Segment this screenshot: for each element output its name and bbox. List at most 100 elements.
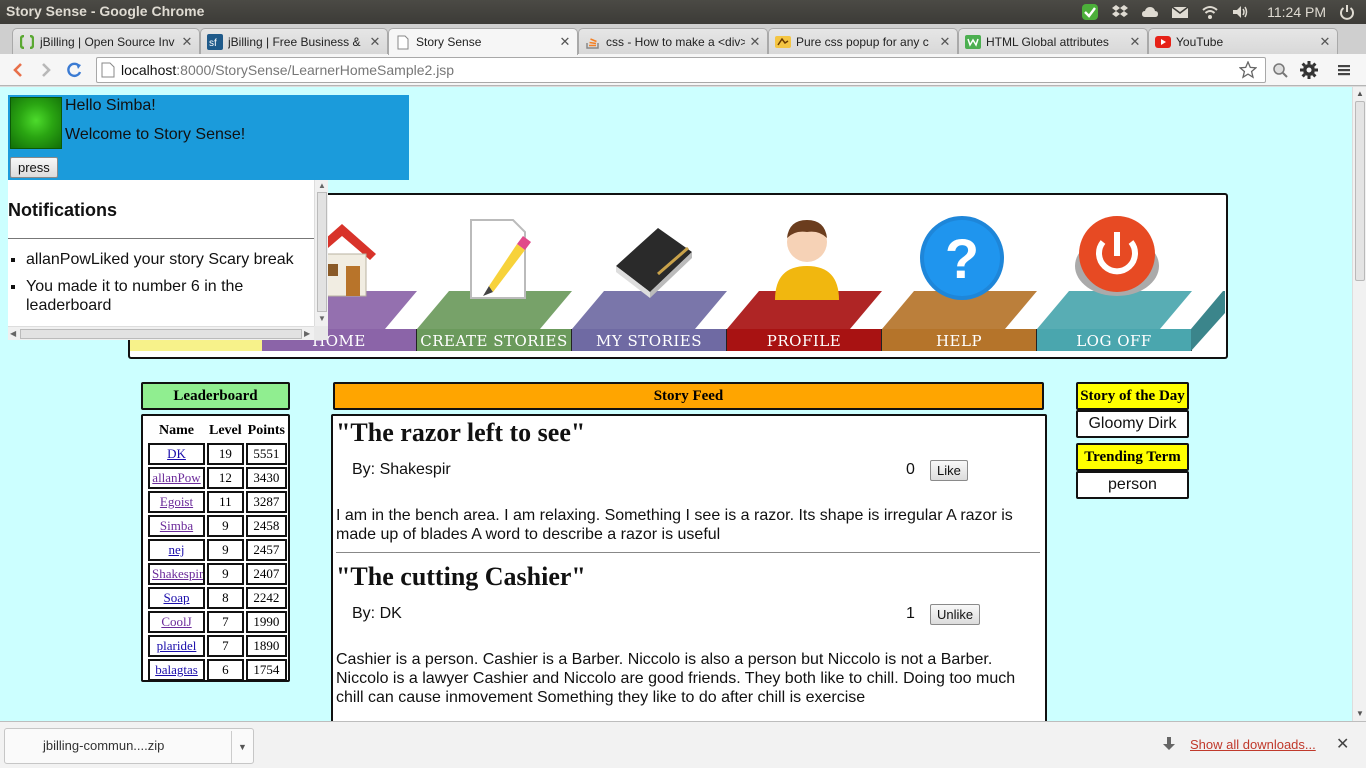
player-link[interactable]: Egoist bbox=[160, 494, 193, 509]
scroll-right-icon[interactable]: ▶ bbox=[304, 329, 310, 339]
table-row: nej 9 2457 bbox=[148, 539, 287, 561]
menu-button[interactable] bbox=[1332, 58, 1356, 82]
search-extension-button[interactable] bbox=[1268, 58, 1292, 82]
scroll-up-icon[interactable]: ▲ bbox=[1355, 89, 1365, 99]
nav-item-create-stories[interactable]: CREATE STORIES bbox=[417, 195, 572, 359]
address-bar[interactable]: localhost:8000/StorySense/LearnerHomeSam… bbox=[96, 57, 1266, 83]
avatar bbox=[10, 97, 62, 149]
tab-html-global-attributes[interactable]: HTML Global attributes ✕ bbox=[958, 28, 1148, 54]
close-icon[interactable]: ✕ bbox=[749, 35, 761, 48]
reload-button[interactable] bbox=[62, 58, 86, 82]
player-link[interactable]: Shakespir bbox=[152, 566, 203, 581]
notification-item[interactable]: allanPowLiked your story Scary break bbox=[26, 250, 314, 269]
tab-jbilling-open-source[interactable]: jBilling | Open Source Inv ✕ bbox=[12, 28, 200, 54]
close-icon[interactable]: ✕ bbox=[181, 35, 193, 48]
scroll-down-icon[interactable]: ▼ bbox=[1355, 709, 1365, 719]
player-link[interactable]: allanPow bbox=[152, 470, 200, 485]
forward-button[interactable] bbox=[34, 58, 58, 82]
nav-item-my-stories[interactable]: MY STORIES bbox=[572, 195, 727, 359]
player-link[interactable]: Soap bbox=[164, 590, 190, 605]
player-name-cell: balagtas bbox=[148, 659, 205, 681]
table-row: Soap 8 2242 bbox=[148, 587, 287, 609]
press-button[interactable]: press bbox=[10, 157, 58, 178]
page-vertical-scrollbar[interactable]: ▲ ▼ bbox=[1352, 87, 1366, 721]
back-button[interactable] bbox=[6, 58, 30, 82]
chevron-down-icon[interactable]: ▼ bbox=[231, 731, 253, 763]
scrollbar-thumb[interactable] bbox=[317, 192, 327, 312]
settings-button[interactable] bbox=[1297, 58, 1321, 82]
show-all-downloads-link[interactable]: Show all downloads... bbox=[1190, 737, 1316, 752]
player-name-cell: Simba bbox=[148, 515, 205, 537]
nav-item-profile[interactable]: PROFILE bbox=[727, 195, 882, 359]
search-icon bbox=[1273, 63, 1288, 78]
close-icon[interactable]: ✕ bbox=[1129, 35, 1141, 48]
close-icon[interactable]: ✕ bbox=[939, 35, 951, 48]
window-title: Story Sense - Google Chrome bbox=[6, 3, 205, 19]
back-arrow-icon bbox=[13, 63, 22, 77]
cloud-icon[interactable] bbox=[1141, 3, 1159, 21]
story-title[interactable]: "The razor left to see" bbox=[336, 418, 1040, 448]
close-icon[interactable]: ✕ bbox=[369, 35, 381, 48]
tab-youtube[interactable]: YouTube ✕ bbox=[1148, 28, 1338, 54]
player-name-cell: plaridel bbox=[148, 635, 205, 657]
tab-jbilling-free-business[interactable]: sf jBilling | Free Business & ✕ bbox=[200, 28, 388, 54]
player-link[interactable]: balagtas bbox=[155, 662, 198, 677]
close-icon[interactable]: ✕ bbox=[559, 35, 571, 48]
trending-term-value[interactable]: person bbox=[1076, 471, 1189, 499]
check-icon[interactable] bbox=[1081, 3, 1099, 21]
notifications-vertical-scrollbar[interactable]: ▲ ▼ bbox=[314, 180, 328, 326]
star-icon[interactable] bbox=[1239, 61, 1257, 79]
nav-item-help[interactable]: ? HELP bbox=[882, 195, 1037, 359]
column-header-level: Level bbox=[209, 423, 242, 438]
scroll-up-icon[interactable]: ▲ bbox=[318, 181, 326, 191]
scroll-left-icon[interactable]: ◀ bbox=[10, 329, 16, 339]
tab-strip: jBilling | Open Source Inv ✕ sf jBilling… bbox=[0, 24, 1366, 55]
volume-icon[interactable] bbox=[1231, 3, 1249, 21]
table-row: DK 19 5551 bbox=[148, 443, 287, 465]
power-icon[interactable] bbox=[1338, 3, 1356, 21]
player-points-cell: 2242 bbox=[245, 587, 287, 609]
download-item[interactable]: jbilling-commun....zip ▼ bbox=[4, 728, 254, 764]
popup-site-icon bbox=[775, 34, 791, 50]
tab-story-sense[interactable]: Story Sense ✕ bbox=[388, 28, 578, 55]
tab-stackoverflow[interactable]: css - How to make a <div> ✕ bbox=[578, 28, 768, 54]
clock[interactable]: 11:24 PM bbox=[1267, 4, 1326, 20]
story-card: "The cutting Cashier" By: DK 1 Unlike Ca… bbox=[336, 562, 1040, 721]
player-link[interactable]: CoolJ bbox=[161, 614, 191, 629]
story-title[interactable]: "The cutting Cashier" bbox=[336, 562, 1040, 592]
player-link[interactable]: plaridel bbox=[157, 638, 197, 653]
like-button[interactable]: Like bbox=[930, 460, 968, 481]
wifi-icon[interactable] bbox=[1201, 3, 1219, 21]
forward-arrow-icon bbox=[42, 63, 51, 77]
leaderboard-header-row: Name Level Points bbox=[148, 421, 287, 441]
player-name-cell: Shakespir bbox=[148, 563, 205, 585]
tab-label: jBilling | Free Business & bbox=[228, 34, 361, 49]
unlike-button[interactable]: Unlike bbox=[930, 604, 981, 625]
scrollbar-thumb[interactable] bbox=[1355, 101, 1365, 281]
sourceforge-icon: sf bbox=[207, 33, 223, 50]
player-link[interactable]: nej bbox=[169, 542, 185, 557]
url-text: localhost:8000/StorySense/LearnerHomeSam… bbox=[121, 62, 454, 78]
table-row: Egoist 11 3287 bbox=[148, 491, 287, 513]
svg-text:?: ? bbox=[945, 227, 979, 290]
table-row: allanPow 12 3430 bbox=[148, 467, 287, 489]
mail-icon[interactable] bbox=[1171, 3, 1189, 21]
dropbox-icon[interactable] bbox=[1111, 3, 1129, 21]
tab-label: css - How to make a <div> bbox=[606, 34, 745, 49]
nav-item-log-off[interactable]: LOG OFF bbox=[1037, 195, 1192, 359]
tab-pure-css-popup[interactable]: Pure css popup for any c ✕ bbox=[768, 28, 958, 54]
notification-item[interactable]: You made it to number 6 in the leaderboa… bbox=[26, 277, 314, 315]
story-of-day-value[interactable]: Gloomy Dirk bbox=[1076, 410, 1189, 438]
notifications-horizontal-scrollbar[interactable]: ◀ ▶ bbox=[8, 326, 314, 340]
close-icon[interactable]: ✕ bbox=[1319, 35, 1331, 48]
downloads-bar: jbilling-commun....zip ▼ Show all downlo… bbox=[0, 721, 1366, 768]
scroll-down-icon[interactable]: ▼ bbox=[318, 314, 326, 324]
player-name-cell: nej bbox=[148, 539, 205, 561]
notifications-panel[interactable]: Notifications allanPowLiked your story S… bbox=[8, 180, 328, 340]
player-link[interactable]: DK bbox=[167, 446, 186, 461]
player-link[interactable]: Simba bbox=[160, 518, 193, 533]
system-tray: 11:24 PM bbox=[1081, 0, 1366, 24]
user-icon bbox=[762, 213, 852, 303]
close-icon[interactable]: ✕ bbox=[1336, 734, 1349, 754]
scrollbar-thumb[interactable] bbox=[20, 329, 302, 339]
